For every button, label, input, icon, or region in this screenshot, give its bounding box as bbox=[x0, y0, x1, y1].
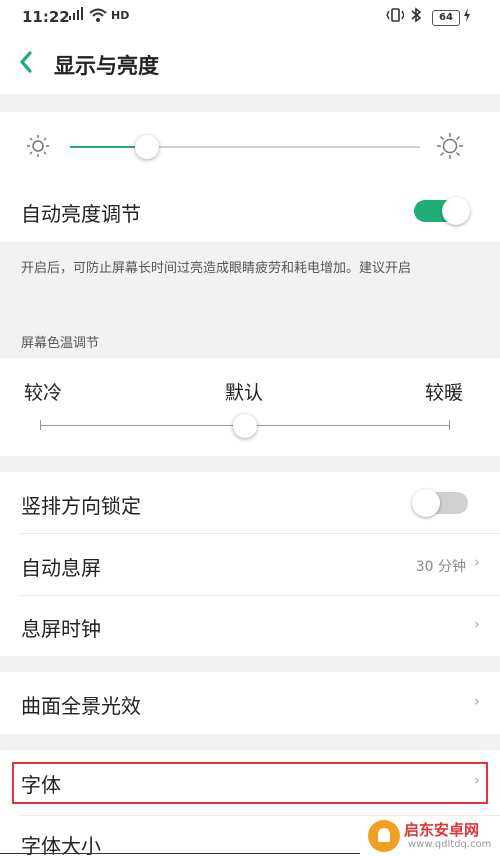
rotation-lock-toggle[interactable] bbox=[412, 489, 468, 517]
highlight-box bbox=[12, 762, 488, 804]
sun-large-icon bbox=[436, 132, 464, 164]
bluetooth-icon bbox=[410, 7, 422, 27]
page-title: 显示与亮度 bbox=[54, 54, 159, 78]
auto-brightness-row[interactable]: 自动亮度调节 bbox=[0, 180, 500, 242]
charging-icon bbox=[463, 7, 471, 27]
auto-brightness-note: 开启后，可防止屏幕长时间过亮造成眼睛疲劳和耗电增加。建议开启 bbox=[21, 261, 412, 276]
aod-clock-label: 息屏时钟 bbox=[21, 617, 101, 641]
hd-icon: HD bbox=[111, 9, 130, 22]
section-gap bbox=[0, 656, 500, 672]
screen-timeout-row[interactable]: 自动息屏 30 分钟 › bbox=[0, 534, 500, 596]
screen-timeout-value: 30 分钟 bbox=[415, 559, 466, 575]
edge-light-label: 曲面全景光效 bbox=[21, 694, 141, 718]
toggle-knob bbox=[442, 197, 470, 225]
back-button[interactable] bbox=[16, 48, 38, 78]
watermark-logo-icon bbox=[368, 820, 400, 852]
watermark: 启东安卓网 www.qdltdq.com bbox=[368, 818, 496, 856]
chevron-right-icon: › bbox=[474, 692, 480, 710]
status-time: 11:22 bbox=[22, 8, 70, 26]
bottom-line bbox=[0, 853, 360, 854]
screen-timeout-label: 自动息屏 bbox=[21, 556, 101, 580]
wifi-icon bbox=[88, 7, 108, 27]
sun-small-icon bbox=[26, 134, 50, 162]
auto-brightness-toggle[interactable] bbox=[414, 197, 470, 225]
color-temp-default-label: 默认 bbox=[225, 382, 264, 404]
chevron-left-icon bbox=[20, 51, 32, 73]
auto-brightness-label: 自动亮度调节 bbox=[21, 202, 141, 226]
color-temp-slider-handle[interactable] bbox=[233, 414, 257, 438]
color-temp-warm-label: 较暖 bbox=[425, 382, 464, 404]
color-temp-row: 较冷 默认 较暖 bbox=[0, 358, 500, 456]
aod-clock-row[interactable]: 息屏时钟 › bbox=[0, 596, 500, 656]
watermark-name: 启东安卓网 bbox=[404, 821, 480, 839]
watermark-url: www.qdltdq.com bbox=[408, 839, 492, 850]
section-gap bbox=[0, 456, 500, 472]
note-box: 开启后，可防止屏幕长时间过亮造成眼睛疲劳和耗电增加。建议开启 屏幕色温调节 bbox=[0, 242, 500, 358]
status-bar: 11:22 HD 64 bbox=[0, 0, 500, 36]
section-gap bbox=[0, 94, 500, 112]
brightness-row bbox=[0, 112, 500, 180]
signal-icon bbox=[68, 7, 84, 25]
rotation-lock-row[interactable]: 竖排方向锁定 bbox=[0, 472, 500, 534]
color-temp-cool-label: 较冷 bbox=[24, 382, 63, 404]
chevron-right-icon: › bbox=[474, 615, 480, 633]
page-header: 显示与亮度 bbox=[0, 36, 500, 94]
brightness-slider-handle[interactable] bbox=[135, 135, 159, 159]
section-gap bbox=[0, 734, 500, 750]
rotation-lock-label: 竖排方向锁定 bbox=[21, 494, 141, 518]
chevron-right-icon: › bbox=[474, 553, 480, 571]
toggle-knob bbox=[412, 489, 440, 517]
color-temp-section-title: 屏幕色温调节 bbox=[21, 336, 100, 351]
edge-light-row[interactable]: 曲面全景光效 › bbox=[0, 672, 500, 734]
battery-icon: 64 bbox=[432, 10, 460, 26]
vibrate-icon bbox=[386, 7, 405, 27]
